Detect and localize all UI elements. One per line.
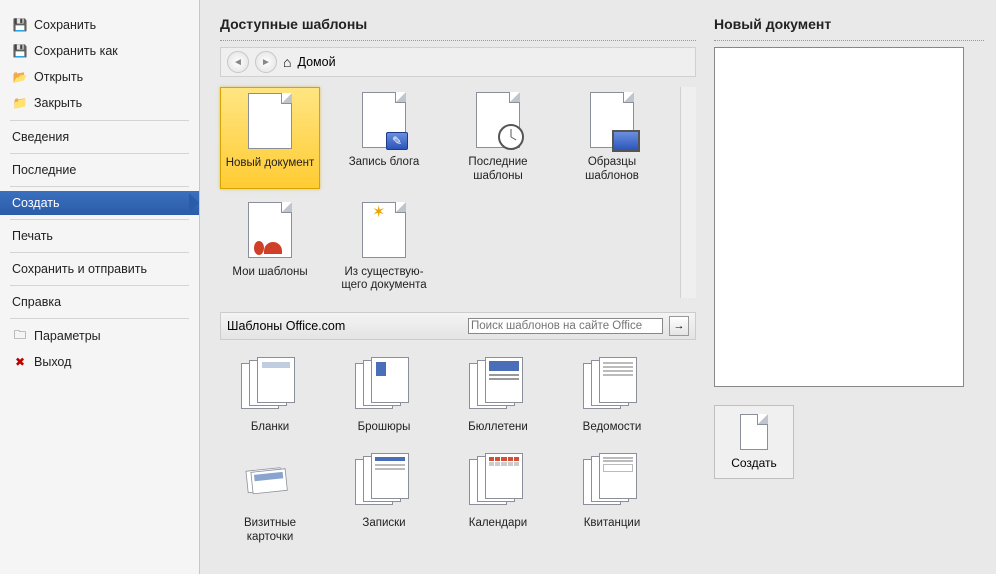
tile-label: Бюллетени bbox=[449, 421, 547, 435]
tile-label: Визитные карточки bbox=[221, 517, 319, 545]
document-preview bbox=[714, 47, 964, 387]
sidebar-label: Сохранить как bbox=[34, 44, 118, 58]
sidebar-item-save[interactable]: 💾 Сохранить bbox=[0, 12, 199, 38]
separator bbox=[10, 285, 189, 286]
monitor-icon bbox=[612, 130, 640, 152]
tile-calendars[interactable]: Календари bbox=[448, 448, 548, 550]
folder-close-icon: 📁 bbox=[12, 95, 28, 111]
tile-label: Календари bbox=[449, 517, 547, 531]
nav-forward-button[interactable]: ► bbox=[255, 51, 277, 73]
tile-label: Запись блога bbox=[335, 156, 433, 170]
center-title: Доступные шаблоны bbox=[220, 16, 696, 32]
nav-back-button[interactable]: ◄ bbox=[227, 51, 249, 73]
tile-label: Мои шаблоны bbox=[221, 266, 319, 280]
sparkle-icon: ✶ bbox=[372, 202, 385, 222]
sidebar-label: Сохранить bbox=[34, 18, 96, 32]
sidebar-label: Закрыть bbox=[34, 96, 82, 110]
tile-forms[interactable]: Бланки bbox=[220, 352, 320, 440]
sidebar-label: Создать bbox=[12, 196, 60, 210]
sidebar-label: Сведения bbox=[12, 130, 69, 144]
sidebar-item-exit[interactable]: ✖ Выход bbox=[0, 349, 199, 375]
tile-blog-post[interactable]: ✎ Запись блога bbox=[334, 87, 434, 189]
exit-icon: ✖ bbox=[12, 354, 28, 370]
sidebar-item-share[interactable]: Сохранить и отправить bbox=[0, 257, 199, 281]
tile-receipts[interactable]: Квитанции bbox=[562, 448, 662, 550]
divider bbox=[220, 40, 696, 41]
tile-business-cards[interactable]: Визитные карточки bbox=[220, 448, 320, 550]
separator bbox=[10, 318, 189, 319]
main-area: Доступные шаблоны ◄ ► ⌂ Домой Новый доку… bbox=[200, 0, 996, 574]
right-title: Новый документ bbox=[714, 16, 984, 32]
folder-open-icon: 📂 bbox=[12, 69, 28, 85]
divider bbox=[714, 40, 984, 41]
sidebar: 💾 Сохранить 💾 Сохранить как 📂 Открыть 📁 Закр… bbox=[0, 0, 200, 574]
separator bbox=[10, 186, 189, 187]
save-as-icon: 💾 bbox=[12, 43, 28, 59]
right-column: Новый документ Создать bbox=[714, 16, 984, 574]
sidebar-item-info[interactable]: Сведения bbox=[0, 125, 199, 149]
tile-label: Брошюры bbox=[335, 421, 433, 435]
breadcrumb: ◄ ► ⌂ Домой bbox=[220, 47, 696, 77]
home-icon[interactable]: ⌂ bbox=[283, 54, 291, 70]
blog-icon: ✎ bbox=[386, 132, 408, 150]
search-input[interactable] bbox=[468, 318, 663, 334]
document-icon bbox=[740, 414, 768, 450]
sidebar-label: Выход bbox=[34, 355, 71, 369]
sidebar-item-recent[interactable]: Последние bbox=[0, 158, 199, 182]
sidebar-label: Параметры bbox=[34, 329, 101, 343]
tile-label: Ведомости bbox=[563, 421, 661, 435]
center-column: Доступные шаблоны ◄ ► ⌂ Домой Новый доку… bbox=[220, 16, 696, 574]
tile-brochures[interactable]: Брошюры bbox=[334, 352, 434, 440]
office-section-bar: Шаблоны Office.com → bbox=[220, 312, 696, 340]
tile-label: Бланки bbox=[221, 421, 319, 435]
sidebar-item-close[interactable]: 📁 Закрыть bbox=[0, 90, 199, 116]
separator bbox=[10, 219, 189, 220]
sidebar-label: Справка bbox=[12, 295, 61, 309]
tile-newsletters[interactable]: Бюллетени bbox=[448, 352, 548, 440]
options-icon: 🗀 bbox=[12, 328, 28, 344]
save-icon: 💾 bbox=[12, 17, 28, 33]
sidebar-item-save-as[interactable]: 💾 Сохранить как bbox=[0, 38, 199, 64]
separator bbox=[10, 120, 189, 121]
sidebar-item-print[interactable]: Печать bbox=[0, 224, 199, 248]
sidebar-label: Печать bbox=[12, 229, 53, 243]
sidebar-item-options[interactable]: 🗀 Параметры bbox=[0, 323, 199, 349]
breadcrumb-text[interactable]: Домой bbox=[297, 55, 335, 69]
tile-label: Образцы шаблонов bbox=[563, 156, 661, 184]
sidebar-item-help[interactable]: Справка bbox=[0, 290, 199, 314]
create-button[interactable]: Создать bbox=[714, 405, 794, 479]
sidebar-label: Сохранить и отправить bbox=[12, 262, 147, 276]
clock-icon bbox=[498, 124, 524, 150]
person-icon bbox=[254, 234, 282, 262]
tile-label: Из существую­щего документа bbox=[335, 266, 433, 294]
sidebar-item-open[interactable]: 📂 Открыть bbox=[0, 64, 199, 90]
tile-label: Последние шаблоны bbox=[449, 156, 547, 184]
sidebar-label: Открыть bbox=[34, 70, 83, 84]
office-templates-grid: Бланки Брошюры Бюллетени Ведомости Визит… bbox=[220, 352, 696, 549]
tile-label: Квитанции bbox=[563, 517, 661, 531]
tile-from-existing[interactable]: ✶ Из существую­щего документа bbox=[334, 197, 434, 299]
tile-my-templates[interactable]: Мои шаблоны bbox=[220, 197, 320, 299]
search-go-button[interactable]: → bbox=[669, 316, 689, 336]
tile-sample-templates[interactable]: Образцы шаблонов bbox=[562, 87, 662, 189]
sidebar-item-create[interactable]: Создать bbox=[0, 191, 199, 215]
tile-notes[interactable]: Записки bbox=[334, 448, 434, 550]
sidebar-label: Последние bbox=[12, 163, 76, 177]
templates-grid: Новый документ ✎ Запись блога Последние … bbox=[220, 87, 696, 298]
tile-new-document[interactable]: Новый документ bbox=[220, 87, 320, 189]
separator bbox=[10, 153, 189, 154]
tile-label: Записки bbox=[335, 517, 433, 531]
office-section-label: Шаблоны Office.com bbox=[227, 319, 462, 333]
separator bbox=[10, 252, 189, 253]
tile-statements[interactable]: Ведомости bbox=[562, 352, 662, 440]
scrollbar[interactable] bbox=[680, 87, 696, 298]
tile-recent-templates[interactable]: Последние шаблоны bbox=[448, 87, 548, 189]
tile-label: Новый документ bbox=[222, 157, 318, 171]
create-label: Создать bbox=[723, 456, 785, 470]
